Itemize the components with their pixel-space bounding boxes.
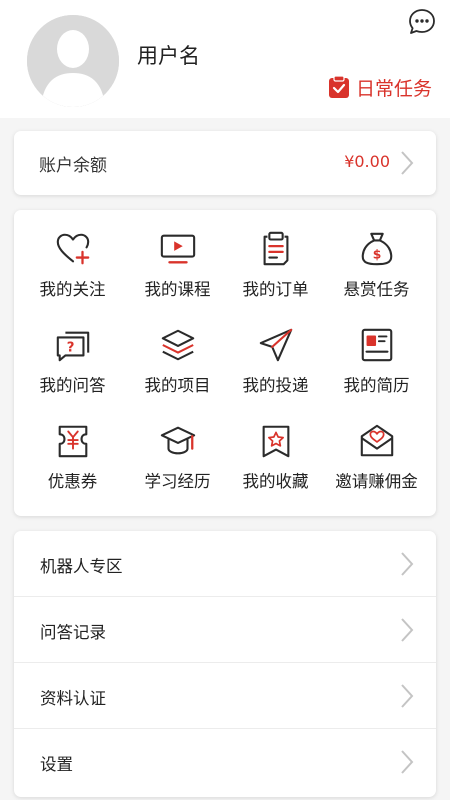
menu-item-label: 问答记录	[40, 623, 106, 642]
more-options-button[interactable]	[407, 7, 437, 37]
grid-label: 我的订单	[242, 280, 309, 299]
question-chat-icon: ?	[56, 331, 89, 362]
grid-item-follows[interactable]: 我的关注	[20, 210, 125, 300]
graduation-cap-icon	[160, 426, 195, 455]
menu-item-qa-records[interactable]: 问答记录	[14, 597, 436, 663]
chevron-right-icon	[401, 684, 414, 708]
grid-item-courses[interactable]: 我的课程	[125, 210, 230, 300]
envelope-heart-icon	[360, 424, 393, 457]
grid-item-bounty-tasks[interactable]: $ 悬赏任务	[324, 210, 429, 300]
profile-header: 用户名 日常任务	[0, 0, 450, 118]
grid-item-projects[interactable]: 我的项目	[125, 306, 230, 396]
grid-item-education[interactable]: 学习经历	[125, 402, 230, 492]
chevron-right-icon	[401, 618, 414, 642]
grid-label: 我的收藏	[242, 472, 309, 491]
svg-text:?: ?	[66, 341, 74, 356]
coupon-icon	[58, 425, 87, 458]
chevron-right-icon	[401, 552, 414, 576]
grid-label: 我的问答	[39, 376, 106, 395]
grid-item-orders[interactable]: 我的订单	[223, 210, 328, 300]
balance-value: ¥0.00	[344, 152, 390, 171]
grid-item-coupons[interactable]: 优惠券	[20, 402, 125, 492]
grid-item-resume[interactable]: 我的简历	[324, 306, 429, 396]
grid-label: 我的投递	[242, 376, 309, 395]
daily-task-button[interactable]: 日常任务	[328, 72, 432, 102]
paper-plane-icon	[259, 328, 292, 362]
money-bag-icon: $	[361, 232, 392, 266]
feature-grid: 我的关注 我的课程 我的订单 $ 悬赏任务 ? 我的问答 我的项目 我的投递 我…	[14, 210, 436, 516]
heart-plus-icon	[56, 233, 89, 265]
daily-task-label: 日常任务	[356, 77, 433, 100]
svg-text:$: $	[372, 248, 381, 262]
grid-item-qa[interactable]: ? 我的问答	[20, 306, 125, 396]
menu-item-verification[interactable]: 资料认证	[14, 663, 436, 729]
video-play-icon	[160, 234, 195, 264]
layers-icon	[161, 329, 194, 361]
grid-label: 邀请赚佣金	[335, 472, 418, 491]
grid-item-applications[interactable]: 我的投递	[223, 306, 328, 396]
grid-label: 我的项目	[144, 376, 211, 395]
grid-label: 优惠券	[47, 472, 98, 491]
balance-label: 账户余额	[39, 156, 107, 176]
grid-label: 我的简历	[343, 376, 410, 395]
chevron-right-icon	[401, 750, 414, 774]
menu-item-settings[interactable]: 设置	[14, 729, 436, 795]
grid-label: 我的关注	[39, 280, 106, 299]
username[interactable]: 用户名	[137, 40, 200, 70]
task-clipboard-icon	[329, 75, 349, 98]
resume-icon	[361, 328, 392, 362]
clipboard-icon	[263, 231, 288, 266]
grid-label: 我的课程	[144, 280, 211, 299]
menu-item-label: 机器人专区	[40, 557, 123, 576]
menu-item-label: 资料认证	[40, 689, 106, 708]
avatar[interactable]	[27, 15, 119, 107]
chevron-right-icon	[401, 151, 414, 175]
account-balance-row[interactable]: 账户余额 ¥0.00	[14, 131, 436, 195]
grid-label: 学习经历	[144, 472, 211, 491]
menu-item-robot-zone[interactable]: 机器人专区	[14, 531, 436, 597]
grid-item-invite-commission[interactable]: 邀请赚佣金	[324, 402, 429, 492]
chat-bubble-dots-icon	[409, 9, 435, 34]
menu-list: 机器人专区 问答记录 资料认证 设置	[14, 531, 436, 797]
menu-item-label: 设置	[40, 755, 73, 774]
grid-label: 悬赏任务	[343, 280, 410, 299]
grid-item-favorites[interactable]: 我的收藏	[223, 402, 328, 492]
user-silhouette-icon	[27, 15, 119, 107]
bookmark-star-icon	[262, 425, 289, 458]
